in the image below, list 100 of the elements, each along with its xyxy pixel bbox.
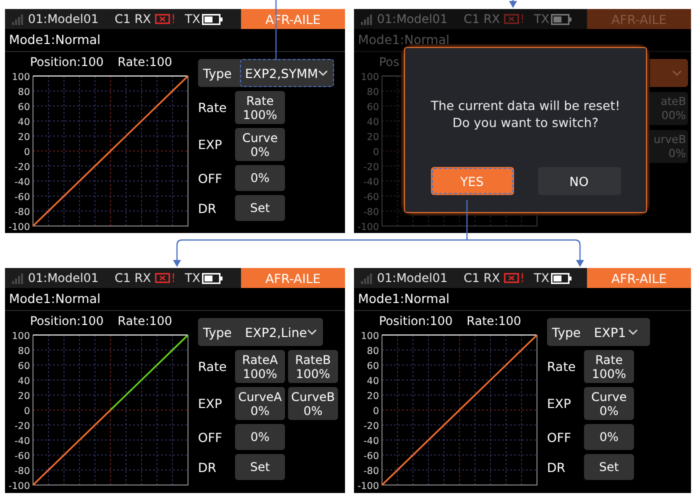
field-label: EXP	[198, 137, 223, 152]
axis-label: 100	[360, 72, 379, 83]
axis-label: 100	[12, 331, 30, 342]
signal-icon	[12, 14, 24, 24]
axis-label: -100	[357, 481, 379, 489]
axis-label: 0	[372, 147, 379, 158]
signal-icon	[361, 14, 373, 24]
dialog-message: The current data will be reset! Do you want to switch?	[430, 97, 620, 131]
error-icon	[504, 14, 520, 24]
value-button[interactable]: Curve 0%	[584, 387, 634, 420]
chevron-down-icon	[672, 70, 682, 76]
axis-label: -80	[363, 466, 379, 477]
model-name: 01:Model01	[28, 271, 99, 285]
axis-label: 40	[18, 117, 30, 128]
connector-line	[275, 0, 277, 60]
transmitter-label: TX	[184, 12, 200, 26]
value-button[interactable]: RateB 100%	[288, 350, 338, 383]
axis-label: 20	[18, 391, 30, 402]
chart-reading: Position:100	[30, 55, 104, 69]
axis-label: -40	[14, 436, 30, 447]
error-icon	[504, 273, 520, 283]
chart-reading: Rate:100	[118, 55, 172, 69]
axis-label: 80	[366, 346, 379, 357]
mode-label: Mode1:Normal	[5, 29, 345, 52]
chevron-down-icon	[628, 329, 638, 335]
mode-label: Mode1:Normal	[354, 288, 691, 311]
field-label: EXP	[198, 396, 223, 411]
axis-label: 20	[366, 391, 379, 402]
receiver-label: C1 RX	[114, 271, 152, 285]
field-label: Type	[203, 324, 233, 340]
chart-reading: Pos	[379, 55, 400, 69]
axis-label: -20	[14, 421, 30, 432]
battery-icon	[202, 272, 224, 284]
axis-label: 60	[366, 102, 379, 113]
cancel-button[interactable]: NO	[538, 167, 620, 195]
mode-label: Mode1:Normal	[5, 288, 345, 311]
axis-label: 0	[24, 147, 30, 158]
value-button[interactable]: Rate 100%	[584, 350, 634, 383]
alert-mark: !	[520, 271, 525, 285]
value-button[interactable]: Set	[235, 454, 285, 480]
chart-reading: Position:100	[379, 314, 453, 328]
axis-label: -100	[357, 222, 379, 230]
model-name: 01:Model01	[377, 271, 448, 285]
axis-label: -40	[363, 177, 379, 188]
type-dropdown[interactable]: EXP2,SYMM	[240, 59, 334, 87]
value-button[interactable]: 0%	[235, 424, 285, 450]
value-button[interactable]: Set	[235, 195, 285, 221]
axis-label: -80	[14, 466, 30, 477]
axis-label: 20	[366, 132, 379, 143]
axis-label: -40	[363, 436, 379, 447]
screen-title: AFR-AILE	[241, 268, 345, 288]
axis-label: 80	[366, 87, 379, 98]
value-button[interactable]: RateA 100%	[235, 350, 285, 383]
receiver-label: C1 RX	[464, 271, 500, 285]
axis-label: -20	[14, 162, 30, 173]
field-label: Rate	[198, 359, 228, 374]
field-label: OFF	[547, 430, 572, 444]
alert-mark: !	[171, 12, 176, 26]
axis-label: -100	[8, 481, 30, 489]
axis-label: 80	[18, 87, 30, 98]
value-button[interactable]: 0%	[584, 424, 634, 450]
axis-label: -20	[363, 421, 379, 432]
value-button[interactable]: CurveB 0%	[288, 387, 338, 420]
axis-label: -40	[14, 177, 30, 188]
value-button[interactable]: Rate 100%	[235, 91, 285, 124]
alert-mark: !	[171, 271, 176, 285]
axis-label: -60	[14, 192, 30, 203]
chart-reading: Rate:100	[118, 314, 172, 328]
transmitter-label: TX	[184, 271, 200, 285]
transmitter-label: TX	[534, 271, 550, 285]
axis-label: 0	[372, 406, 379, 417]
value-button[interactable]: CurveA 0%	[235, 387, 285, 420]
battery-icon	[551, 272, 572, 284]
field-label: Rate	[547, 359, 577, 374]
value-button[interactable]: 0%	[235, 165, 285, 191]
axis-label: -60	[363, 451, 379, 462]
value-button[interactable]: Curve 0%	[235, 128, 285, 161]
axis-label: 60	[18, 102, 30, 113]
field-label: Rate	[198, 100, 228, 115]
axis-label: -80	[363, 207, 379, 218]
field-label: DR	[198, 460, 218, 474]
field-label: DR	[198, 200, 218, 216]
axis-label: 40	[366, 376, 379, 387]
alert-mark: !	[520, 12, 525, 26]
axis-label: -60	[363, 192, 379, 203]
axis-label: 100	[360, 331, 379, 342]
axis-label: 40	[18, 376, 30, 387]
screen-title: AFR-AILE	[587, 268, 691, 288]
axis-label: 100	[12, 72, 30, 83]
field-label: Type	[552, 324, 582, 340]
chevron-down-icon	[306, 329, 317, 335]
value-button[interactable]: Set	[584, 454, 634, 480]
axis-label: -20	[363, 162, 379, 173]
chevron-down-icon	[318, 70, 328, 76]
field-label: DR	[547, 460, 566, 474]
axis-label: 20	[18, 132, 30, 143]
chart-reading: Rate:100	[466, 314, 522, 328]
receiver-label: C1 RX	[464, 12, 500, 26]
axis-label: 60	[366, 361, 379, 372]
field-label: OFF	[198, 430, 224, 444]
